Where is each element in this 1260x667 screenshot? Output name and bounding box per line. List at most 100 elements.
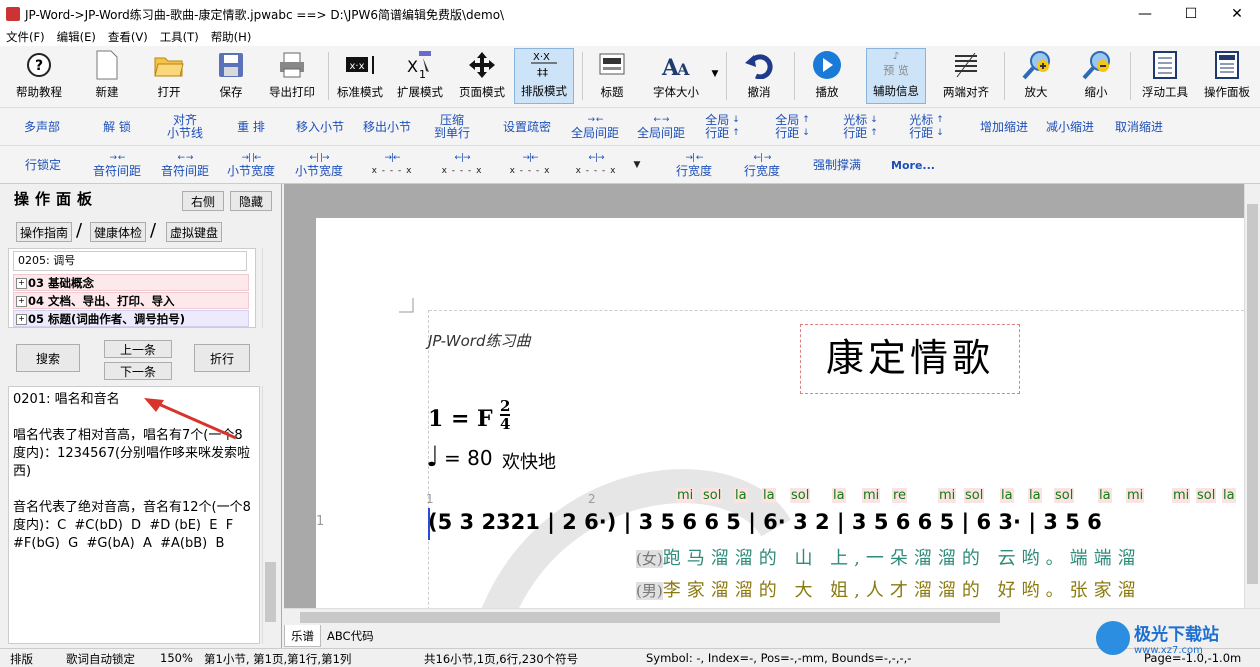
cursor-line-spacing-decrease-button[interactable]: 光标 行距 ↑ ↓ bbox=[902, 108, 950, 146]
unlock-button[interactable]: 解 锁 bbox=[90, 108, 144, 146]
set-density-button[interactable]: 设置疏密 bbox=[496, 108, 558, 146]
svg-text:1: 1 bbox=[419, 68, 426, 80]
line-width-decrease-button[interactable]: ←| → 行宽度 bbox=[734, 146, 790, 184]
open-button[interactable]: 打开 bbox=[140, 48, 198, 104]
tempo-text[interactable]: 欢快地 bbox=[502, 448, 556, 474]
auxiliary-info-button[interactable]: ♪ 预 览辅助信息 bbox=[866, 48, 926, 104]
tree-node[interactable]: 03 基础概念 bbox=[13, 274, 249, 291]
measure-width-increase-button[interactable]: →| |← 小节宽度 bbox=[222, 146, 280, 184]
extended-mode-icon: X1 bbox=[405, 50, 435, 80]
menu-file[interactable]: 文件(F) bbox=[0, 28, 51, 46]
spacing-preset-2-button[interactable]: ←|→ x - - - x bbox=[432, 146, 492, 184]
page-mode-button[interactable]: 页面模式 bbox=[454, 48, 510, 104]
global-line-spacing-decrease-button[interactable]: 全局 行距 ↑ ↓ bbox=[770, 108, 814, 146]
extended-mode-button[interactable]: X 1 扩展模式 bbox=[392, 48, 448, 104]
move-out-measure-button[interactable]: 移出小节 bbox=[356, 108, 418, 146]
more-button[interactable]: More... bbox=[888, 146, 938, 184]
force-fill-button[interactable]: 强制撑满 bbox=[806, 146, 868, 184]
help-tutorial-button[interactable]: ? 帮助教程 bbox=[8, 48, 70, 104]
note-spacing-increase-button[interactable]: → ← 音符间距 bbox=[88, 146, 146, 184]
global-line-spacing-increase-button[interactable]: 全局 行距 ↓ ↑ bbox=[700, 108, 744, 146]
svg-text:X: X bbox=[407, 57, 418, 76]
score-title[interactable]: 康定情歌 bbox=[800, 324, 1020, 394]
solfege-syllable: la bbox=[1000, 488, 1014, 503]
increase-indent-button[interactable]: 增加缩进 bbox=[974, 108, 1034, 146]
layout-mode-button[interactable]: X·X ‡‡ 排版模式 bbox=[514, 48, 574, 104]
menu-view[interactable]: 查看(V) bbox=[102, 28, 154, 46]
main-toolbar: ? 帮助教程 新建 打开 保存 导出打印 x·x 标准模式 X 1 扩展模式 页面模式 … bbox=[0, 46, 1260, 108]
font-size-dropdown[interactable]: ▼ bbox=[708, 48, 722, 104]
cursor-line-spacing-increase-button[interactable]: 光标 行距 ↓ ↑ bbox=[836, 108, 884, 146]
operation-panel-button[interactable]: 操作面板 bbox=[1198, 48, 1256, 104]
search-button[interactable]: 搜索 bbox=[16, 344, 80, 372]
tree-node[interactable]: 04 文档、导出、打印、导入 bbox=[13, 292, 249, 309]
maximize-button[interactable]: ☐ bbox=[1168, 0, 1214, 28]
multi-voice-button[interactable]: 多声部 bbox=[14, 108, 70, 146]
zoom-out-button[interactable]: 缩小 bbox=[1072, 48, 1120, 104]
help-topic-tree: 0205: 调号 03 基础概念 04 文档、导出、打印、导入 05 标题(词曲… bbox=[8, 248, 256, 328]
undo-button[interactable]: 撤消 bbox=[732, 48, 786, 104]
health-check-button[interactable]: 健康体检 bbox=[90, 222, 146, 242]
standard-mode-button[interactable]: x·x 标准模式 bbox=[332, 48, 388, 104]
menu-edit[interactable]: 编辑(E) bbox=[51, 28, 102, 46]
virtual-keyboard-button[interactable]: 虚拟键盘 bbox=[166, 222, 222, 242]
global-spacing-decrease-button[interactable]: ← → 全局间距 bbox=[632, 108, 690, 146]
line-width-increase-button[interactable]: →| ← 行宽度 bbox=[666, 146, 722, 184]
score-canvas[interactable]: JP-Word练习曲 康定情歌 1 = F 24 ♩ = 80 欢快地 1 1 … bbox=[284, 184, 1260, 608]
minimize-button[interactable]: — bbox=[1122, 0, 1168, 28]
solfege-syllable: la bbox=[832, 488, 846, 503]
tab-abc-code[interactable]: ABC代码 bbox=[321, 625, 380, 647]
key-signature[interactable]: 1 = F bbox=[428, 406, 493, 432]
note-spacing-decrease-button[interactable]: ← → 音符间距 bbox=[156, 146, 214, 184]
dock-right-button[interactable]: 右侧 bbox=[182, 191, 224, 211]
spacing-preset-1-button[interactable]: →|← x - - - x bbox=[362, 146, 422, 184]
spacing-preset-4-button[interactable]: ←|→ x - - - x bbox=[566, 146, 626, 184]
guide-button[interactable]: 操作指南 bbox=[16, 222, 72, 242]
menu-help[interactable]: 帮助(H) bbox=[205, 28, 258, 46]
wrap-button[interactable]: 折行 bbox=[194, 344, 250, 372]
zoom-in-button[interactable]: 放大 bbox=[1012, 48, 1060, 104]
tempo-value[interactable]: = 80 bbox=[444, 446, 493, 470]
solfege-syllable: mi bbox=[862, 488, 881, 503]
tree-scrollbar[interactable] bbox=[262, 248, 278, 328]
status-lyrics-lock: 歌词自动锁定 bbox=[66, 652, 135, 666]
close-button[interactable]: ✕ bbox=[1214, 0, 1260, 28]
global-spacing-increase-button[interactable]: → ← 全局间距 bbox=[566, 108, 624, 146]
measure-number: 1 bbox=[426, 492, 434, 506]
font-size-button[interactable]: A A 字体大小 bbox=[644, 48, 708, 104]
previous-button[interactable]: 上一条 bbox=[104, 340, 172, 358]
float-tools-button[interactable]: 浮动工具 bbox=[1136, 48, 1194, 104]
score-header[interactable]: JP-Word练习曲 bbox=[428, 330, 531, 351]
lyrics-line-1[interactable]: (女)跑马溜溜的 山 上,一朵溜溜的 云哟。端端溜 bbox=[636, 544, 1142, 570]
canvas-vertical-scrollbar[interactable] bbox=[1244, 184, 1260, 608]
decrease-indent-button[interactable]: 减小缩进 bbox=[1040, 108, 1100, 146]
menu-tools[interactable]: 工具(T) bbox=[154, 28, 205, 46]
spacing-preset-dropdown[interactable]: ▼ bbox=[630, 146, 644, 184]
lyrics-line-2[interactable]: (男)李家溜溜的 大 姐,人才溜溜的 好哟。张家溜 bbox=[636, 576, 1142, 602]
justify-button[interactable]: 两端对齐 bbox=[934, 48, 998, 104]
help-scrollbar[interactable] bbox=[262, 386, 278, 644]
cancel-indent-button[interactable]: 取消缩进 bbox=[1108, 108, 1170, 146]
time-signature[interactable]: 24 bbox=[500, 398, 511, 432]
solfege-syllable: sol bbox=[702, 488, 723, 503]
rearrange-button[interactable]: 重 排 bbox=[224, 108, 278, 146]
title-button[interactable]: 标题 bbox=[588, 48, 636, 104]
solfege-syllable: sol bbox=[790, 488, 811, 503]
line-lock-button[interactable]: 行锁定 bbox=[16, 146, 70, 184]
move-into-measure-button[interactable]: 移入小节 bbox=[290, 108, 350, 146]
align-barline-button[interactable]: 对齐 小节线 bbox=[158, 108, 212, 146]
topic-code-field[interactable]: 0205: 调号 bbox=[13, 251, 247, 271]
new-button[interactable]: 新建 bbox=[78, 48, 136, 104]
tab-score[interactable]: 乐谱 bbox=[284, 625, 321, 647]
play-button[interactable]: 播放 bbox=[800, 48, 854, 104]
notation-line[interactable]: (5 3 2321 | 2 6·) | 3 5 6 6 5 | 6· 3 2 |… bbox=[428, 510, 1102, 534]
save-button[interactable]: 保存 bbox=[202, 48, 260, 104]
hide-panel-button[interactable]: 隐藏 bbox=[230, 191, 272, 211]
tree-node[interactable]: 05 标题(词曲作者、调号拍号) bbox=[13, 310, 249, 327]
next-button[interactable]: 下一条 bbox=[104, 362, 172, 380]
export-print-button[interactable]: 导出打印 bbox=[262, 48, 322, 104]
toolbar-separator bbox=[794, 52, 795, 100]
measure-width-decrease-button[interactable]: ←| |→ 小节宽度 bbox=[290, 146, 348, 184]
spacing-preset-3-button[interactable]: →|← x - - - x bbox=[500, 146, 560, 184]
compress-single-line-button[interactable]: 压缩 到单行 bbox=[428, 108, 476, 146]
